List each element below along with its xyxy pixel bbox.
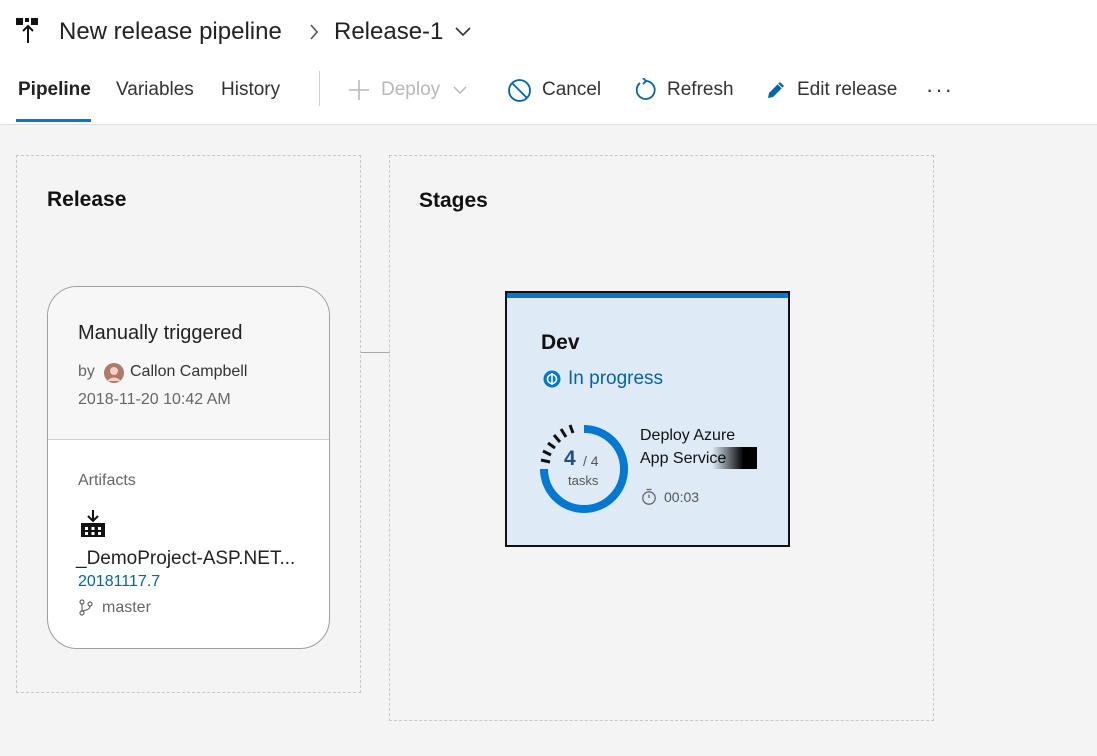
- task-name-line1: Deploy Azure: [640, 427, 736, 444]
- tasks-total: / 4: [583, 453, 599, 469]
- tab-pipeline[interactable]: Pipeline: [18, 77, 91, 103]
- header: New release pipeline Release-1 Pipeline …: [0, 0, 1097, 125]
- edit-release-button[interactable]: Edit release: [765, 76, 897, 104]
- active-tab-indicator: [16, 119, 91, 122]
- artifacts-label: Artifacts: [78, 472, 136, 489]
- stage-card-dev[interactable]: Dev In progress 4 / 4 tasks Deploy Azure…: [505, 291, 790, 547]
- stage-status: In progress: [568, 368, 664, 389]
- refresh-label: Refresh: [667, 79, 734, 100]
- text-fade-overlay: [712, 447, 757, 469]
- tab-history[interactable]: History: [221, 77, 280, 103]
- stages-panel-title: Stages: [419, 189, 488, 212]
- stage-accent-bar: [507, 293, 788, 298]
- stage-duration: 00:03: [664, 489, 700, 505]
- avatar: [104, 363, 124, 383]
- branch-name: master: [102, 599, 151, 616]
- by-label: by: [78, 363, 95, 380]
- deploy-label: Deploy: [381, 79, 441, 100]
- tasks-done: 4: [564, 447, 576, 470]
- refresh-icon: [635, 78, 656, 100]
- release-panel-title: Release: [47, 188, 127, 211]
- cancel-icon: [508, 78, 531, 102]
- cancel-button[interactable]: Cancel: [507, 76, 601, 104]
- author-name[interactable]: Callon Campbell: [130, 363, 247, 381]
- in-progress-icon: [543, 370, 561, 388]
- task-progress-ring: [540, 424, 628, 513]
- edit-release-label: Edit release: [797, 79, 898, 100]
- pipeline-connector: [361, 352, 390, 353]
- deploy-button[interactable]: Deploy: [347, 76, 468, 104]
- plus-icon: [349, 80, 369, 100]
- chevron-right-icon: [310, 24, 319, 40]
- pipeline-icon: [16, 18, 38, 43]
- release-card[interactable]: Manually triggered by Callon Campbell 20…: [47, 286, 330, 649]
- artifact-version-link[interactable]: 20181117.7: [78, 573, 160, 591]
- more-actions-button[interactable]: ···: [926, 79, 954, 101]
- chevron-down-icon: [453, 86, 467, 95]
- artifact-name[interactable]: _DemoProject-ASP.NET...: [76, 548, 295, 570]
- branch-icon: [79, 599, 93, 616]
- build-artifact-icon: [81, 510, 105, 537]
- cancel-label: Cancel: [542, 79, 602, 100]
- toolbar-divider: [319, 71, 320, 106]
- page-title[interactable]: New release pipeline: [59, 16, 282, 48]
- breadcrumb-release[interactable]: Release-1: [334, 16, 443, 48]
- stage-name: Dev: [541, 331, 580, 354]
- stopwatch-icon: [642, 488, 656, 505]
- trigger-text: Manually triggered: [78, 322, 243, 344]
- release-timestamp: 2018-11-20 10:42 AM: [78, 391, 231, 408]
- tab-variables[interactable]: Variables: [116, 77, 194, 103]
- chevron-down-icon[interactable]: [454, 26, 472, 38]
- refresh-button[interactable]: Refresh: [633, 76, 734, 104]
- pencil-icon: [768, 82, 784, 98]
- tasks-label: tasks: [568, 473, 599, 488]
